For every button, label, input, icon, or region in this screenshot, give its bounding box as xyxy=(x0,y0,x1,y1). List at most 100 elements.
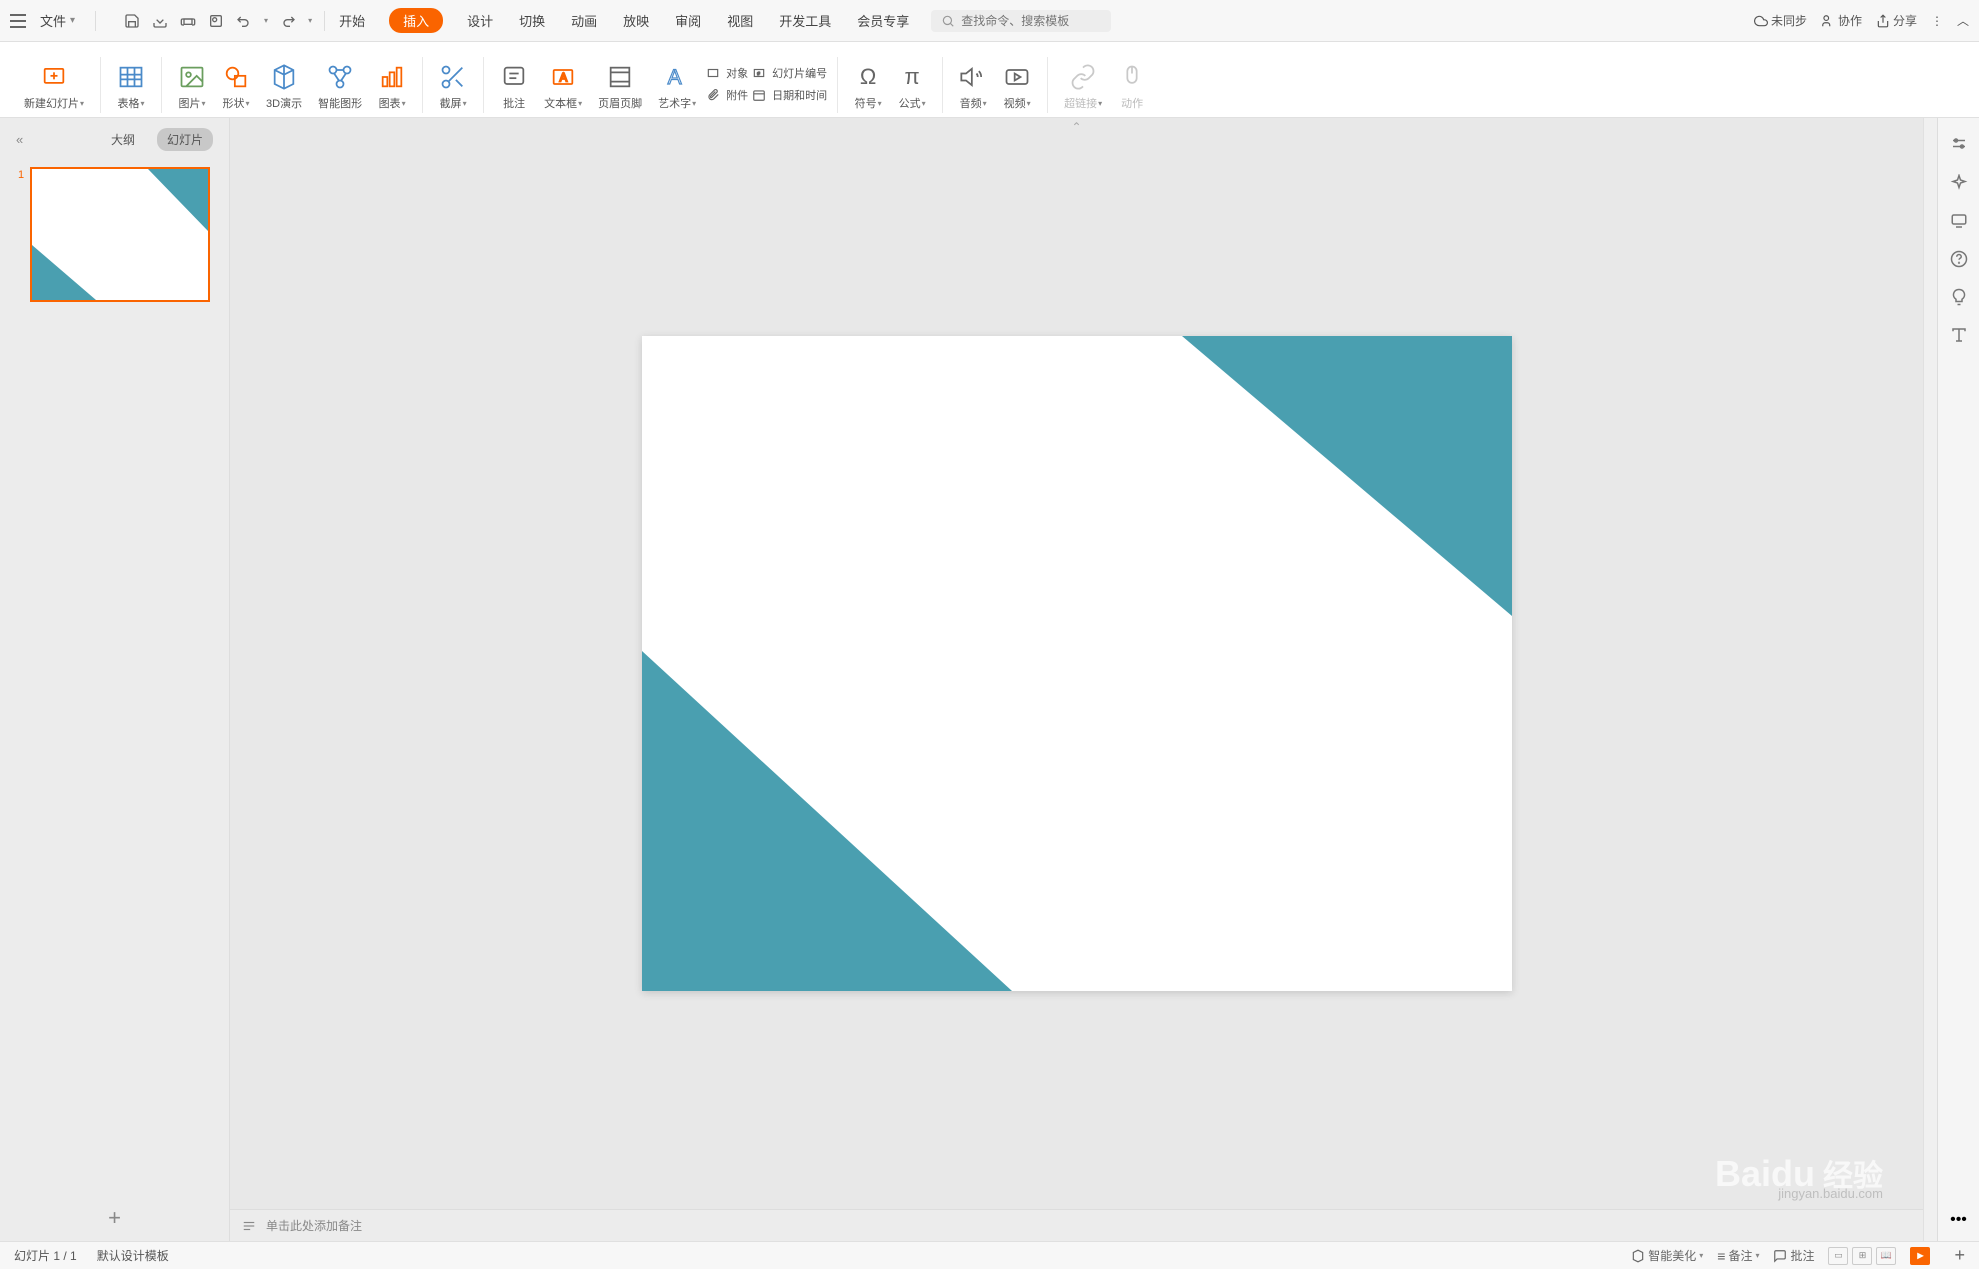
collapse-panel-icon[interactable]: « xyxy=(16,132,23,147)
undo-dropdown[interactable]: ▾ xyxy=(264,16,268,25)
slides-tab[interactable]: 幻灯片 xyxy=(157,128,213,151)
view-reading-icon[interactable]: 📖 xyxy=(1876,1247,1896,1265)
chart-icon xyxy=(378,63,406,91)
audio-icon xyxy=(959,63,987,91)
sparkle-icon[interactable] xyxy=(1950,174,1968,192)
3d-button[interactable]: 3D演示 xyxy=(260,49,308,113)
annotate-status-button[interactable]: 批注 xyxy=(1773,1247,1814,1264)
tab-start[interactable]: 开始 xyxy=(337,7,367,34)
notes-bar[interactable]: 单击此处添加备注 xyxy=(230,1209,1923,1241)
share-button[interactable]: 分享 xyxy=(1876,12,1917,29)
screenshot-button[interactable]: 截屏▾ xyxy=(433,49,473,113)
annotate-icon xyxy=(500,63,528,91)
separator xyxy=(161,57,162,113)
print-icon[interactable] xyxy=(180,13,196,29)
wordart-button[interactable]: A 艺术字▾ xyxy=(652,49,702,113)
redo-icon[interactable] xyxy=(280,13,296,29)
settings-icon[interactable] xyxy=(1950,136,1968,154)
separator xyxy=(837,57,838,113)
picture-button[interactable]: 图片▾ xyxy=(172,49,212,113)
thumb-shape xyxy=(148,169,208,231)
slide-thumbnail-1[interactable] xyxy=(30,167,210,302)
scissors-icon xyxy=(439,63,467,91)
text-tool-icon[interactable] xyxy=(1950,326,1968,344)
tab-animation[interactable]: 动画 xyxy=(569,7,599,34)
thumb-shape xyxy=(32,245,96,300)
action-button: 动作 xyxy=(1112,49,1152,113)
ribbon: 新建幻灯片▾ 表格▾ 图片▾ 形状▾ 3D演示 智能图形 图表▾ xyxy=(0,42,1979,118)
separator xyxy=(942,57,943,113)
new-slide-icon xyxy=(40,63,68,91)
play-button[interactable]: ▶ xyxy=(1910,1247,1930,1265)
separator xyxy=(483,57,484,113)
annotate-button[interactable]: 批注 xyxy=(494,49,534,113)
comment-icon xyxy=(1773,1249,1787,1263)
link-icon xyxy=(1069,63,1097,91)
export-icon[interactable] xyxy=(152,13,168,29)
add-slide-button[interactable]: + xyxy=(108,1205,121,1231)
slide-canvas[interactable] xyxy=(642,336,1512,991)
collapse-ribbon-icon[interactable]: ︿ xyxy=(1957,12,1969,29)
equation-button[interactable]: π 公式▾ xyxy=(892,49,932,113)
sync-button[interactable]: 未同步 xyxy=(1754,12,1807,29)
audio-button[interactable]: 音频▾ xyxy=(953,49,993,113)
chart-button[interactable]: 图表▾ xyxy=(372,49,412,113)
slide-number-button[interactable]: #幻灯片编号 xyxy=(752,65,827,81)
more-icon[interactable]: ⋮ xyxy=(1931,14,1943,28)
symbol-button[interactable]: Ω 符号▾ xyxy=(848,49,888,113)
new-slide-button[interactable]: 新建幻灯片▾ xyxy=(18,49,90,113)
add-button[interactable]: + xyxy=(1954,1245,1965,1266)
share-icon xyxy=(1876,14,1890,28)
collab-button[interactable]: 协作 xyxy=(1821,12,1862,29)
textbox-button[interactable]: A 文本框▾ xyxy=(538,49,588,113)
print-preview-icon[interactable] xyxy=(208,13,224,29)
shape-icon xyxy=(222,63,250,91)
tab-view[interactable]: 视图 xyxy=(725,7,755,34)
outline-tab[interactable]: 大纲 xyxy=(101,128,145,151)
separator xyxy=(324,11,325,31)
slide-counter: 幻灯片 1 / 1 xyxy=(14,1247,77,1264)
top-toolbar: 文件 ▾ ▾ ▾ 开始 插入 设计 切换 动画 放映 审阅 视图 开发工具 会员… xyxy=(0,0,1979,42)
video-button[interactable]: 视频▾ xyxy=(997,49,1037,113)
more-dots-icon[interactable]: ••• xyxy=(1950,1211,1967,1229)
beautify-button[interactable]: 智能美化▾ xyxy=(1631,1247,1703,1264)
save-icon[interactable] xyxy=(124,13,140,29)
tab-transition[interactable]: 切换 xyxy=(517,7,547,34)
search-input[interactable] xyxy=(961,14,1101,28)
tab-show[interactable]: 放映 xyxy=(621,7,651,34)
slide-panel: « 大纲 幻灯片 1 + xyxy=(0,118,230,1241)
tab-design[interactable]: 设计 xyxy=(465,7,495,34)
smartart-button[interactable]: 智能图形 xyxy=(312,49,368,113)
remarks-button[interactable]: ≡备注▾ xyxy=(1717,1247,1759,1264)
slide-shape-triangle-bottom xyxy=(642,651,1012,991)
object-icon xyxy=(706,66,720,80)
undo-icon[interactable] xyxy=(236,13,252,29)
attachment-button[interactable]: 附件 xyxy=(706,87,748,103)
collapse-handle-icon[interactable]: ⌃ xyxy=(1071,120,1081,134)
hyperlink-button: 超链接▾ xyxy=(1058,49,1108,113)
tab-member[interactable]: 会员专享 xyxy=(855,7,911,34)
canvas-area: ⌃ Baidu 经验 jingyan.baidu.com 单击此处添加备注 xyxy=(230,118,1923,1241)
redo-dropdown[interactable]: ▾ xyxy=(308,16,312,25)
search-box[interactable] xyxy=(931,10,1111,32)
monitor-icon[interactable] xyxy=(1950,212,1968,230)
svg-text:#: # xyxy=(757,71,760,76)
tab-review[interactable]: 审阅 xyxy=(673,7,703,34)
header-footer-button[interactable]: 页眉页脚 xyxy=(592,49,648,113)
menu-icon[interactable] xyxy=(10,14,26,28)
vertical-scrollbar[interactable] xyxy=(1923,118,1937,1241)
object-button[interactable]: 对象 xyxy=(706,65,748,81)
table-button[interactable]: 表格▾ xyxy=(111,49,151,113)
help-icon[interactable] xyxy=(1950,250,1968,268)
file-menu[interactable]: 文件 ▾ xyxy=(32,7,83,34)
tab-insert[interactable]: 插入 xyxy=(389,8,443,33)
tab-devtools[interactable]: 开发工具 xyxy=(777,7,833,34)
bulb-icon[interactable] xyxy=(1950,288,1968,306)
right-tools: ••• xyxy=(1937,118,1979,1241)
view-sorter-icon[interactable]: ⊞ xyxy=(1852,1247,1872,1265)
status-bar: 幻灯片 1 / 1 默认设计模板 智能美化▾ ≡备注▾ 批注 ▭ ⊞ 📖 ▶ + xyxy=(0,1241,1979,1269)
datetime-button[interactable]: 日期和时间 xyxy=(752,87,827,103)
view-normal-icon[interactable]: ▭ xyxy=(1828,1247,1848,1265)
calendar-icon xyxy=(752,88,766,102)
shape-button[interactable]: 形状▾ xyxy=(216,49,256,113)
